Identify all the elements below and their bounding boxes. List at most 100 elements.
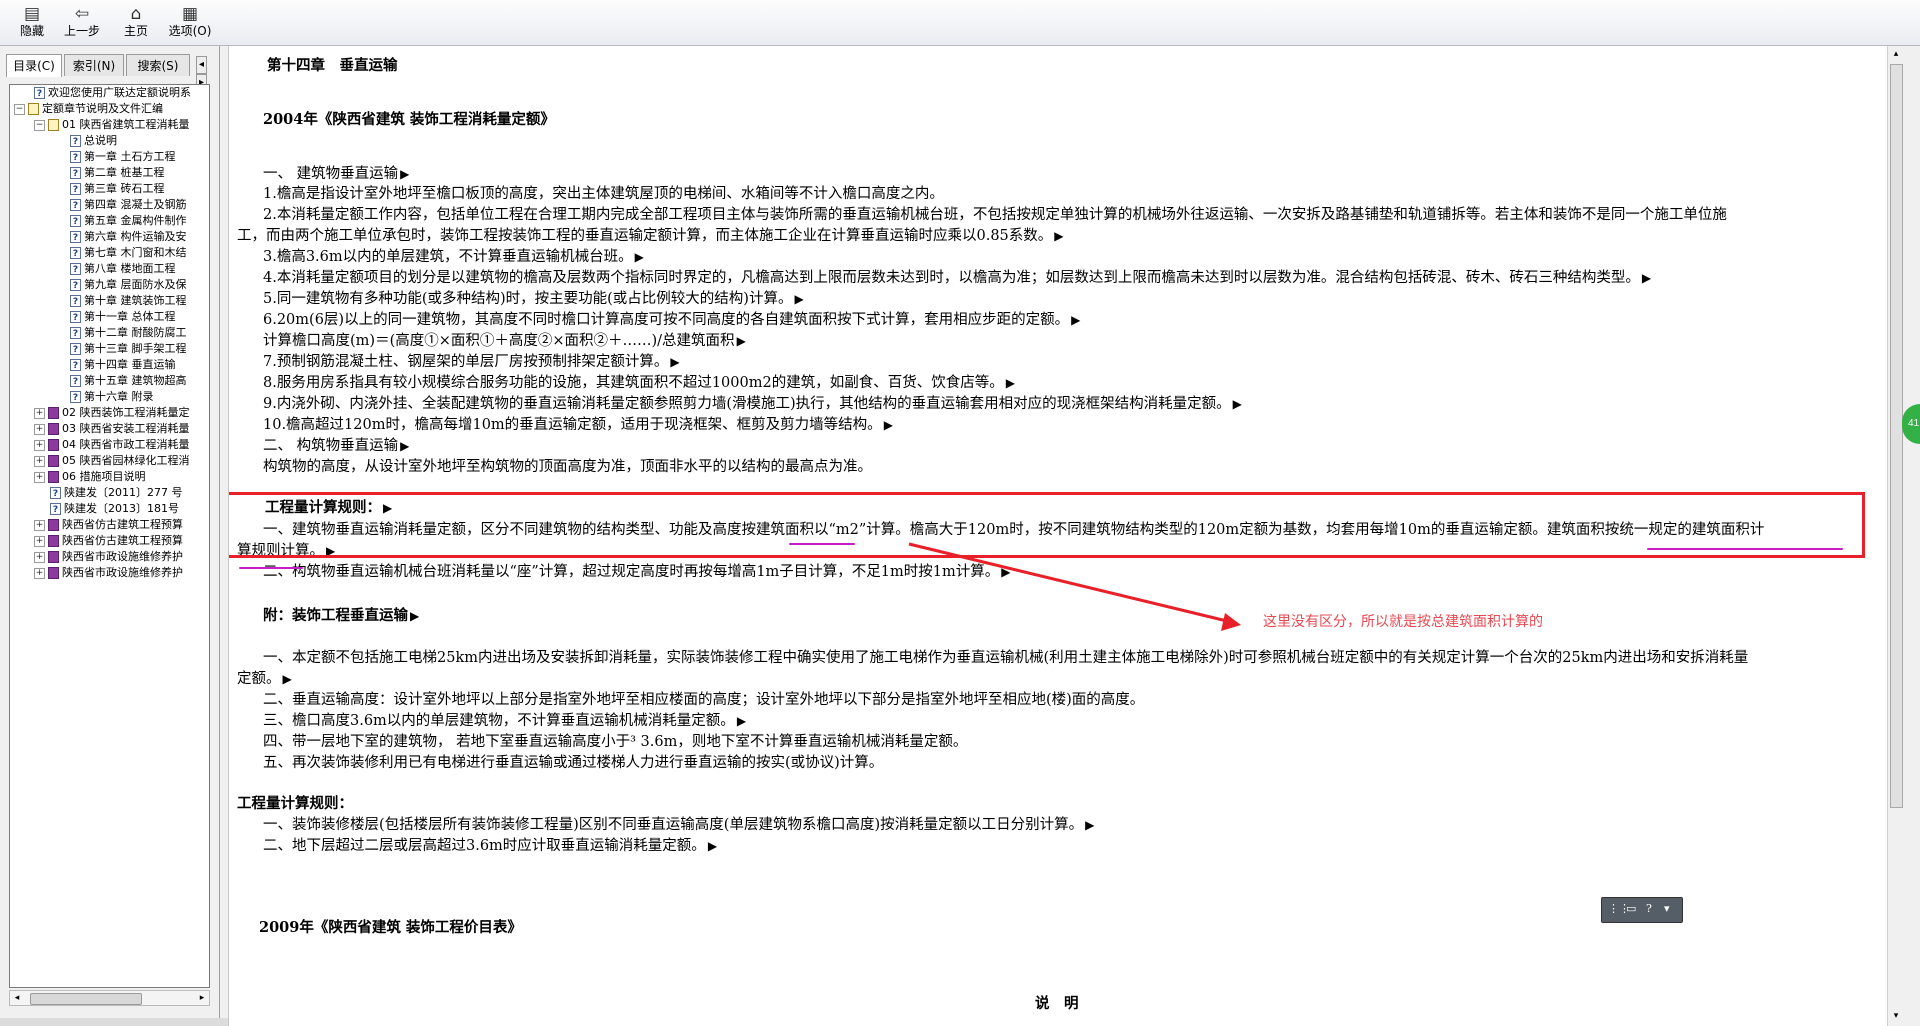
tree-item[interactable]: ? 第十五章 建筑物超高 — [70, 373, 187, 389]
tree-horizontal-scrollbar[interactable]: ◂ ▸ — [9, 990, 210, 1006]
expand-icon[interactable]: + — [34, 519, 45, 531]
open-book-icon — [48, 119, 59, 131]
book-icon — [48, 407, 59, 419]
tree-item[interactable]: ? 第九章 层面防水及保 — [70, 277, 187, 293]
tree-item[interactable]: ? 第十二章 耐酸防腐工 — [70, 325, 187, 341]
tree-item[interactable]: ? 第十一章 总体工程 — [70, 309, 176, 325]
help-page-icon: ? — [70, 199, 81, 211]
tree-item[interactable]: ? 第十六章 附录 — [70, 389, 154, 405]
annotation-arrow — [908, 542, 1241, 631]
help-page-icon: ? — [70, 183, 81, 195]
tree-item[interactable]: +02 陕西装饰工程消耗量定 — [34, 405, 190, 421]
help-page-icon: ? — [70, 311, 81, 323]
scroll-right-icon[interactable]: ▸ — [195, 991, 209, 1005]
contents-tree: ? 欢迎您使用广联达定额说明系 − 定额章节说明及文件汇编 −01 陕西省建筑工程消… — [9, 84, 210, 988]
tree-item[interactable]: + 陕西省市政设施维修养护 — [34, 565, 183, 581]
tree-item[interactable]: ? 第八章 楼地面工程 — [70, 261, 176, 277]
tree-item[interactable]: + 陕西省市政设施维修养护 — [34, 549, 183, 565]
help-icon[interactable]: ? — [1646, 902, 1652, 915]
expand-icon[interactable]: + — [34, 567, 45, 579]
tree-item[interactable]: ? 第四章 混凝土及钢筋 — [70, 197, 187, 213]
options-icon: ▦ — [181, 4, 199, 24]
tree-item[interactable]: + 陕西省仿古建筑工程预算 — [34, 517, 183, 533]
book-icon — [48, 567, 59, 579]
navigation-pane: 目录(C) 索引(N) 搜索(S) ◂▸ ? 欢迎您使用广联达定额说明系 − 定额章… — [0, 46, 220, 1018]
book-icon — [48, 535, 59, 547]
help-page-icon: ? — [70, 151, 81, 163]
book-icon — [48, 471, 59, 483]
scrollbar-thumb[interactable] — [1890, 64, 1903, 808]
book-icon — [48, 551, 59, 563]
options-button[interactable]: ▦ 选项(O) — [160, 4, 220, 42]
tree-item[interactable]: ? 第十三章 脚手架工程 — [70, 341, 187, 357]
back-button[interactable]: ⇦ 上一步 — [52, 4, 112, 42]
help-page-icon: ? — [70, 279, 81, 291]
help-page-icon: ? — [50, 503, 61, 515]
book-icon — [48, 519, 59, 531]
mini-toolbar[interactable]: ⋮⋮ ▭ ? ▾ — [1601, 897, 1683, 923]
expand-icon[interactable]: + — [34, 471, 45, 483]
tree-item[interactable]: ? 欢迎您使用广联达定额说明系 — [34, 85, 191, 101]
help-page-icon: ? — [70, 343, 81, 355]
keyboard-icon[interactable]: ▭ — [1626, 902, 1636, 915]
toolbar: ▤ 隐藏 ⇦ 上一步 ⌂ 主页 ▦ 选项(O) — [0, 0, 1920, 46]
tab-search[interactable]: 搜索(S) — [126, 54, 190, 76]
help-page-icon: ? — [70, 375, 81, 387]
help-page-icon: ? — [70, 231, 81, 243]
tree-item[interactable]: ? 总说明 — [70, 133, 117, 149]
help-page-icon: ? — [34, 87, 45, 99]
back-icon: ⇦ — [74, 4, 90, 24]
home-button[interactable]: ⌂ 主页 — [106, 4, 166, 42]
expand-icon[interactable]: + — [34, 455, 45, 467]
tree-item[interactable]: ? 第七章 木门窗和木结 — [70, 245, 187, 261]
tree-item[interactable]: ? 第五章 金属构件制作 — [70, 213, 187, 229]
help-page-icon: ? — [70, 391, 81, 403]
tab-index[interactable]: 索引(N) — [64, 54, 124, 76]
tree-item[interactable]: ? 第十章 建筑装饰工程 — [70, 293, 187, 309]
tree-item[interactable]: ? 陕建发〔2013〕181号 — [50, 501, 179, 517]
tree-item[interactable]: ? 第六章 构件运输及安 — [70, 229, 187, 245]
scroll-up-icon[interactable]: ▴ — [1888, 46, 1904, 62]
tab-scroll-left-icon[interactable]: ◂ — [196, 56, 207, 74]
content-vertical-scrollbar[interactable]: ▴ ▾ — [1887, 46, 1904, 1026]
floating-badge[interactable]: 41 — [1902, 404, 1920, 444]
collapse-icon[interactable]: − — [14, 103, 25, 115]
expand-icon[interactable]: + — [34, 407, 45, 419]
scroll-left-icon[interactable]: ◂ — [10, 991, 24, 1005]
tab-contents[interactable]: 目录(C) — [6, 54, 62, 77]
book-icon — [48, 439, 59, 451]
open-book-icon — [28, 103, 39, 115]
tree-item[interactable]: ? 第二章 桩基工程 — [70, 165, 165, 181]
tree-item[interactable]: −01 陕西省建筑工程消耗量 — [34, 117, 190, 133]
help-page-icon: ? — [70, 215, 81, 227]
tree-item[interactable]: ? 第三章 砖石工程 — [70, 181, 165, 197]
tree-item[interactable]: +04 陕西省市政工程消耗量 — [34, 437, 190, 453]
tree-item[interactable]: ? 第一章 土石方工程 — [70, 149, 176, 165]
home-icon: ⌂ — [130, 4, 142, 24]
annotation-note: 这里没有区分，所以就是按总建筑面积计算的 — [1263, 614, 1543, 630]
tree-item[interactable]: +03 陕西省安装工程消耗量 — [34, 421, 190, 437]
scrollbar-thumb[interactable] — [30, 993, 142, 1005]
tree-item[interactable]: + 陕西省仿古建筑工程预算 — [34, 533, 183, 549]
help-page-icon: ? — [70, 247, 81, 259]
book-icon — [48, 423, 59, 435]
tree-item[interactable]: +06 措施项目说明 — [34, 469, 146, 485]
help-page-icon: ? — [70, 359, 81, 371]
help-page-icon: ? — [70, 295, 81, 307]
chevron-down-icon[interactable]: ▾ — [1664, 902, 1670, 915]
status-strip — [0, 1018, 228, 1026]
expand-icon[interactable]: + — [34, 439, 45, 451]
topic-content: 第十四章 垂直运输 2004年《陕西省建筑 装饰工程消耗量定额》 一、 建筑物垂… — [228, 46, 1904, 1026]
tree-item[interactable]: +05 陕西省园林绿化工程消 — [34, 453, 190, 469]
expand-icon[interactable]: + — [34, 551, 45, 563]
help-page-icon: ? — [70, 135, 81, 147]
help-page-icon: ? — [50, 487, 61, 499]
expand-icon[interactable]: + — [34, 423, 45, 435]
tree-item[interactable]: − 定额章节说明及文件汇编 — [14, 101, 163, 117]
scroll-down-icon[interactable]: ▾ — [1888, 1008, 1904, 1024]
collapse-icon[interactable]: − — [34, 119, 45, 131]
tree-item[interactable]: ? 陕建发〔2011〕277 号 — [50, 485, 183, 501]
nav-tabs: 目录(C) 索引(N) 搜索(S) ◂▸ — [6, 54, 216, 92]
expand-icon[interactable]: + — [34, 535, 45, 547]
tree-item[interactable]: ? 第十四章 垂直运输 — [70, 357, 176, 373]
